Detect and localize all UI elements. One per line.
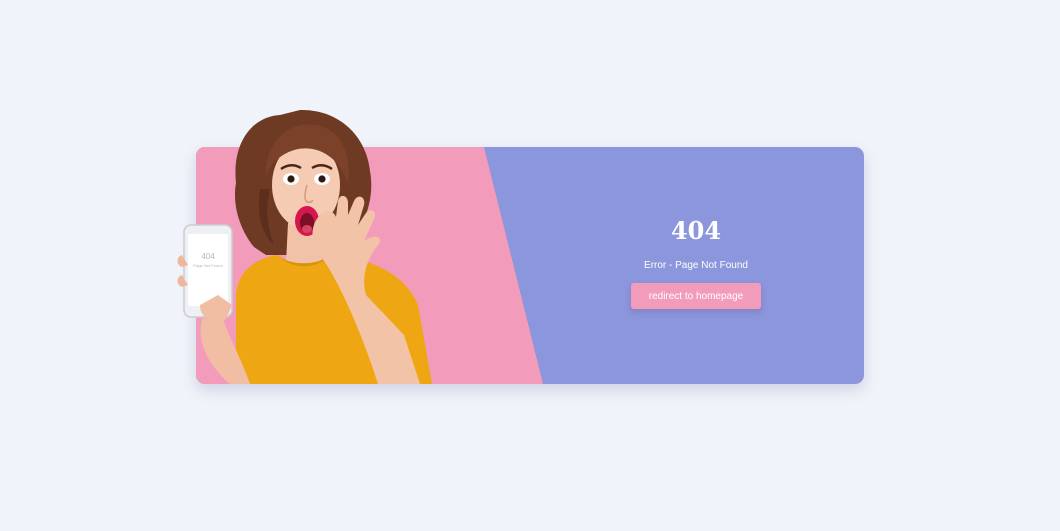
surprised-woman-illustration: 404 Page Not Found (177, 109, 432, 384)
error-code: 404 (670, 216, 722, 245)
error-content: 404 Error - Page Not Found redirect to h… (626, 217, 766, 309)
error-message: Error - Page Not Found (644, 260, 748, 271)
phone-error-message: Page Not Found (193, 263, 222, 268)
redirect-homepage-button[interactable]: redirect to homepage (631, 283, 761, 309)
phone-error-code: 404 (201, 252, 215, 261)
page: 404 Error - Page Not Found redirect to h… (0, 0, 1060, 531)
